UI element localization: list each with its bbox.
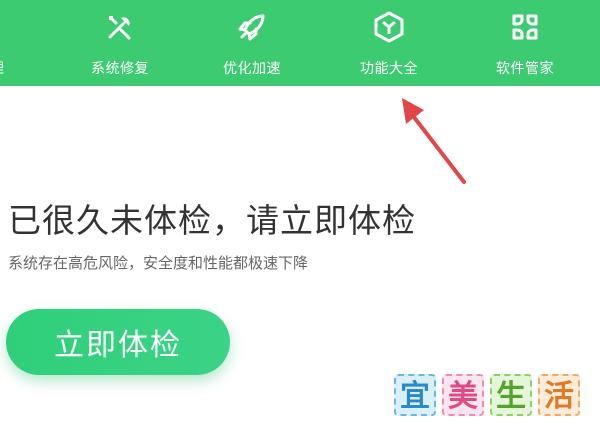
toolbar-item-system-repair[interactable]: 系统修复 [80, 0, 160, 86]
toolbar-item-cleanup[interactable]: 理 [0, 0, 30, 86]
page-title: 已很久未体检，请立即体检 [8, 201, 416, 240]
toolbar-item-label: 优化加速 [223, 61, 281, 77]
toolbar-item-label: 理 [0, 58, 5, 78]
top-toolbar: 理 系统修复 [0, 0, 600, 86]
watermark-char: 宜 [394, 374, 436, 416]
cube-icon [372, 10, 406, 44]
watermark-char: 生 [490, 374, 532, 416]
toolbar-item-all-features[interactable]: 功能大全 [349, 0, 429, 86]
watermark-logo: 宜 美 生 活 [394, 374, 584, 418]
annotation-arrow-icon [402, 98, 466, 184]
toolbar-item-optimize[interactable]: 优化加速 [212, 0, 292, 86]
wrench-screwdriver-icon [103, 10, 137, 44]
risk-warning-text: 系统存在高危风险，安全度和性能都极速下降 [8, 254, 309, 272]
toolbar-item-software-manager[interactable]: 软件管家 [485, 0, 565, 86]
watermark-char: 活 [538, 374, 580, 416]
toolbar-item-label: 软件管家 [496, 61, 554, 77]
check-now-button[interactable]: 立即体检 [6, 309, 230, 375]
toolbar-item-label: 系统修复 [91, 61, 149, 77]
toolbar-item-label: 功能大全 [360, 61, 418, 77]
watermark-char: 美 [442, 374, 484, 416]
grid-flower-icon [508, 10, 542, 44]
rocket-icon [235, 10, 269, 44]
app-window: 理 系统修复 [0, 0, 600, 431]
